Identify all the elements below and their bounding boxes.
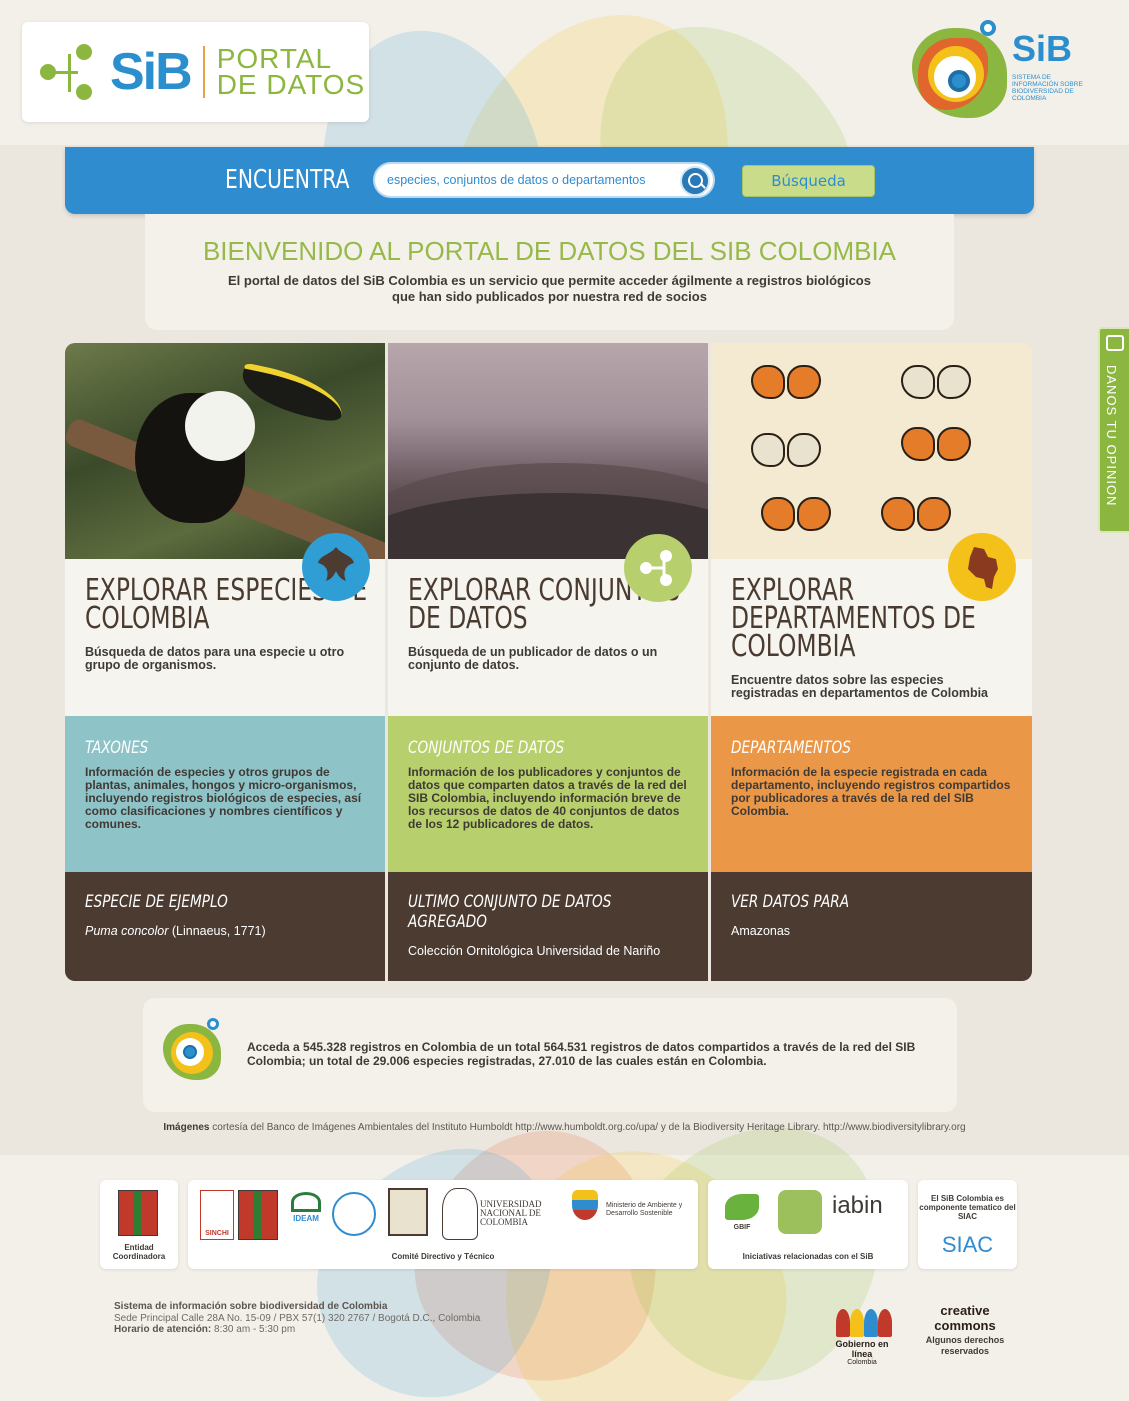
iiap-logo[interactable] [388, 1188, 428, 1236]
sib-eye-icon [934, 56, 976, 98]
search-input[interactable] [373, 162, 715, 198]
search-icon[interactable] [680, 166, 710, 196]
card-datasets-foot: ULTIMO CONJUNTO DE DATOS AGREGADO Colecc… [388, 872, 708, 981]
ideam-logo[interactable]: IDEAM [288, 1190, 324, 1240]
partner-related: GBIF iabin Iniciativas relacionadas con … [708, 1180, 908, 1269]
card-datasets-latest[interactable]: Colección Ornitológica Universidad de Na… [408, 944, 688, 958]
share-nodes-icon [36, 42, 116, 102]
card-species-section-title[interactable]: TAXONES [85, 738, 365, 758]
feedback-tab[interactable]: DANOS TU OPINION [1098, 327, 1129, 533]
stats-text: Acceda a 545.328 registros en Colombia d… [247, 1040, 916, 1068]
cc-text: Algunos derechos reservados [925, 1335, 1005, 1356]
logo-sib-text: SiB [110, 43, 193, 101]
card-departments-section-title[interactable]: DEPARTAMENTOS [731, 738, 1012, 758]
coordinator-caption: Entidad Coordinadora [112, 1243, 166, 1261]
toucan-image [65, 343, 385, 559]
card-datasets-section: CONJUNTOS DE DATOS Información de los pu… [388, 716, 708, 872]
cc-icon: creative commons [934, 1303, 996, 1333]
portal-logo[interactable]: SiB PORTAL DE DATOS [22, 22, 369, 122]
logo-divider [202, 46, 205, 98]
card-species-section-text: Información de especies y otros grupos d… [85, 765, 362, 831]
creative-commons-logo[interactable]: creative commons Algunos derechos reserv… [919, 1303, 1011, 1357]
committee-caption: Comité Directivo y Técnico [391, 1252, 495, 1261]
minambiente-logo[interactable]: Ministerio de Ambiente y Desarrollo Sost… [606, 1202, 686, 1218]
image-credit: Imágenes cortesía del Banco de Imágenes … [163, 1122, 966, 1133]
explore-cards: Explorar especies de Colombia Búsqueda d… [65, 343, 1032, 981]
card-species-subtitle: Búsqueda de datos para una especie u otr… [85, 645, 345, 672]
orchid-icon [302, 533, 370, 601]
iabin-hex-icon [778, 1190, 822, 1234]
card-datasets-foot-title: ULTIMO CONJUNTO DE DATOS AGREGADO [408, 892, 612, 932]
invemar-logo[interactable] [332, 1192, 376, 1236]
feedback-label: DANOS TU OPINION [1104, 365, 1119, 507]
humboldt-logo[interactable] [238, 1190, 278, 1240]
landscape-image [388, 343, 708, 559]
footer-address: Sistema de información sobre biodiversid… [114, 1301, 481, 1335]
iabin-logo[interactable]: iabin [832, 1192, 883, 1220]
card-species[interactable]: Explorar especies de Colombia Búsqueda d… [65, 343, 385, 981]
colombia-map-icon [948, 533, 1016, 601]
advanced-search-button[interactable]: Búsqueda avanzada [742, 165, 875, 220]
sib-logo-icon [163, 1018, 223, 1080]
gobierno-en-linea-logo[interactable]: Gobierno en línea Colombia [826, 1305, 898, 1366]
card-departments-section-text: Información de la especie registrada en … [731, 765, 1011, 818]
gbif-logo[interactable]: GBIF [720, 1190, 764, 1240]
stats-panel: Acceda a 545.328 registros en Colombia d… [143, 998, 957, 1112]
card-species-section: TAXONES Información de especies y otros … [65, 716, 385, 872]
unal-shield-logo[interactable] [442, 1188, 478, 1240]
card-datasets-subtitle: Búsqueda de un publicador de datos o un … [408, 645, 658, 672]
welcome-title: BIENVENIDO AL PORTAL DE DATOS DEL SIB CO… [202, 236, 897, 266]
partner-siac[interactable]: El SiB Colombia es componente tematico d… [918, 1180, 1017, 1269]
butterflies-image [711, 343, 1032, 559]
partner-coordinator[interactable]: Entidad Coordinadora [100, 1180, 178, 1269]
card-datasets-section-text: Información de los publicadores y conjun… [408, 765, 687, 831]
card-departments[interactable]: Explorar departamentos de Colombia Encue… [711, 343, 1032, 981]
card-species-foot-title: ESPECIE DE EJEMPLO [85, 892, 228, 912]
card-datasets[interactable]: Explorar conjuntos de datos Búsqueda de … [388, 343, 708, 981]
welcome-panel: BIENVENIDO AL PORTAL DE DATOS DEL SIB CO… [145, 214, 954, 330]
card-species-example[interactable]: Puma concolor (Linnaeus, 1771) [85, 924, 365, 938]
sib-corner-logo[interactable]: SiB SISTEMA DE INFORMACIÓN SOBRE BIODIVE… [912, 18, 1092, 118]
logo-portal-text: PORTAL DE DATOS [216, 43, 366, 100]
sib-corner-word: SiB [1012, 28, 1073, 69]
card-species-foot: ESPECIE DE EJEMPLO Puma concolor (Linnae… [65, 872, 385, 981]
siac-text: El SiB Colombia es componente tematico d… [919, 1194, 1016, 1221]
search-bar: ENCUENTRA Búsqueda avanzada [65, 147, 1034, 220]
partner-committee: SINCHI IDEAM UNIVERSIDAD NACIONAL DE COL… [188, 1180, 698, 1269]
card-datasets-section-title[interactable]: CONJUNTOS DE DATOS [408, 738, 688, 758]
welcome-text: El portal de datos del SiB Colombia es u… [228, 273, 871, 304]
unal-logo[interactable]: UNIVERSIDAD NACIONAL DE COLOMBIA [480, 1200, 560, 1227]
share-nodes-icon [624, 534, 692, 602]
sib-corner-tagline: SISTEMA DE INFORMACIÓN SOBRE BIODIVERSID… [1012, 74, 1083, 102]
humboldt-logo [118, 1190, 158, 1236]
related-caption: Iniciativas relacionadas con el SiB [742, 1252, 874, 1261]
card-departments-section: DEPARTAMENTOS Información de la especie … [711, 716, 1032, 872]
card-departments-foot-title: VER DATOS PARA [731, 892, 850, 912]
colombia-shield-logo[interactable] [568, 1190, 602, 1230]
sinchi-logo[interactable]: SINCHI [200, 1190, 234, 1240]
search-title: ENCUENTRA [225, 165, 350, 195]
card-departments-subtitle: Encuentre datos sobre las especies regis… [731, 673, 989, 700]
card-departments-foot: VER DATOS PARA Amazonas [711, 872, 1032, 981]
card-departments-link[interactable]: Amazonas [731, 924, 1012, 938]
siac-logo: SIAC [941, 1232, 994, 1257]
megaphone-icon [1106, 335, 1124, 351]
